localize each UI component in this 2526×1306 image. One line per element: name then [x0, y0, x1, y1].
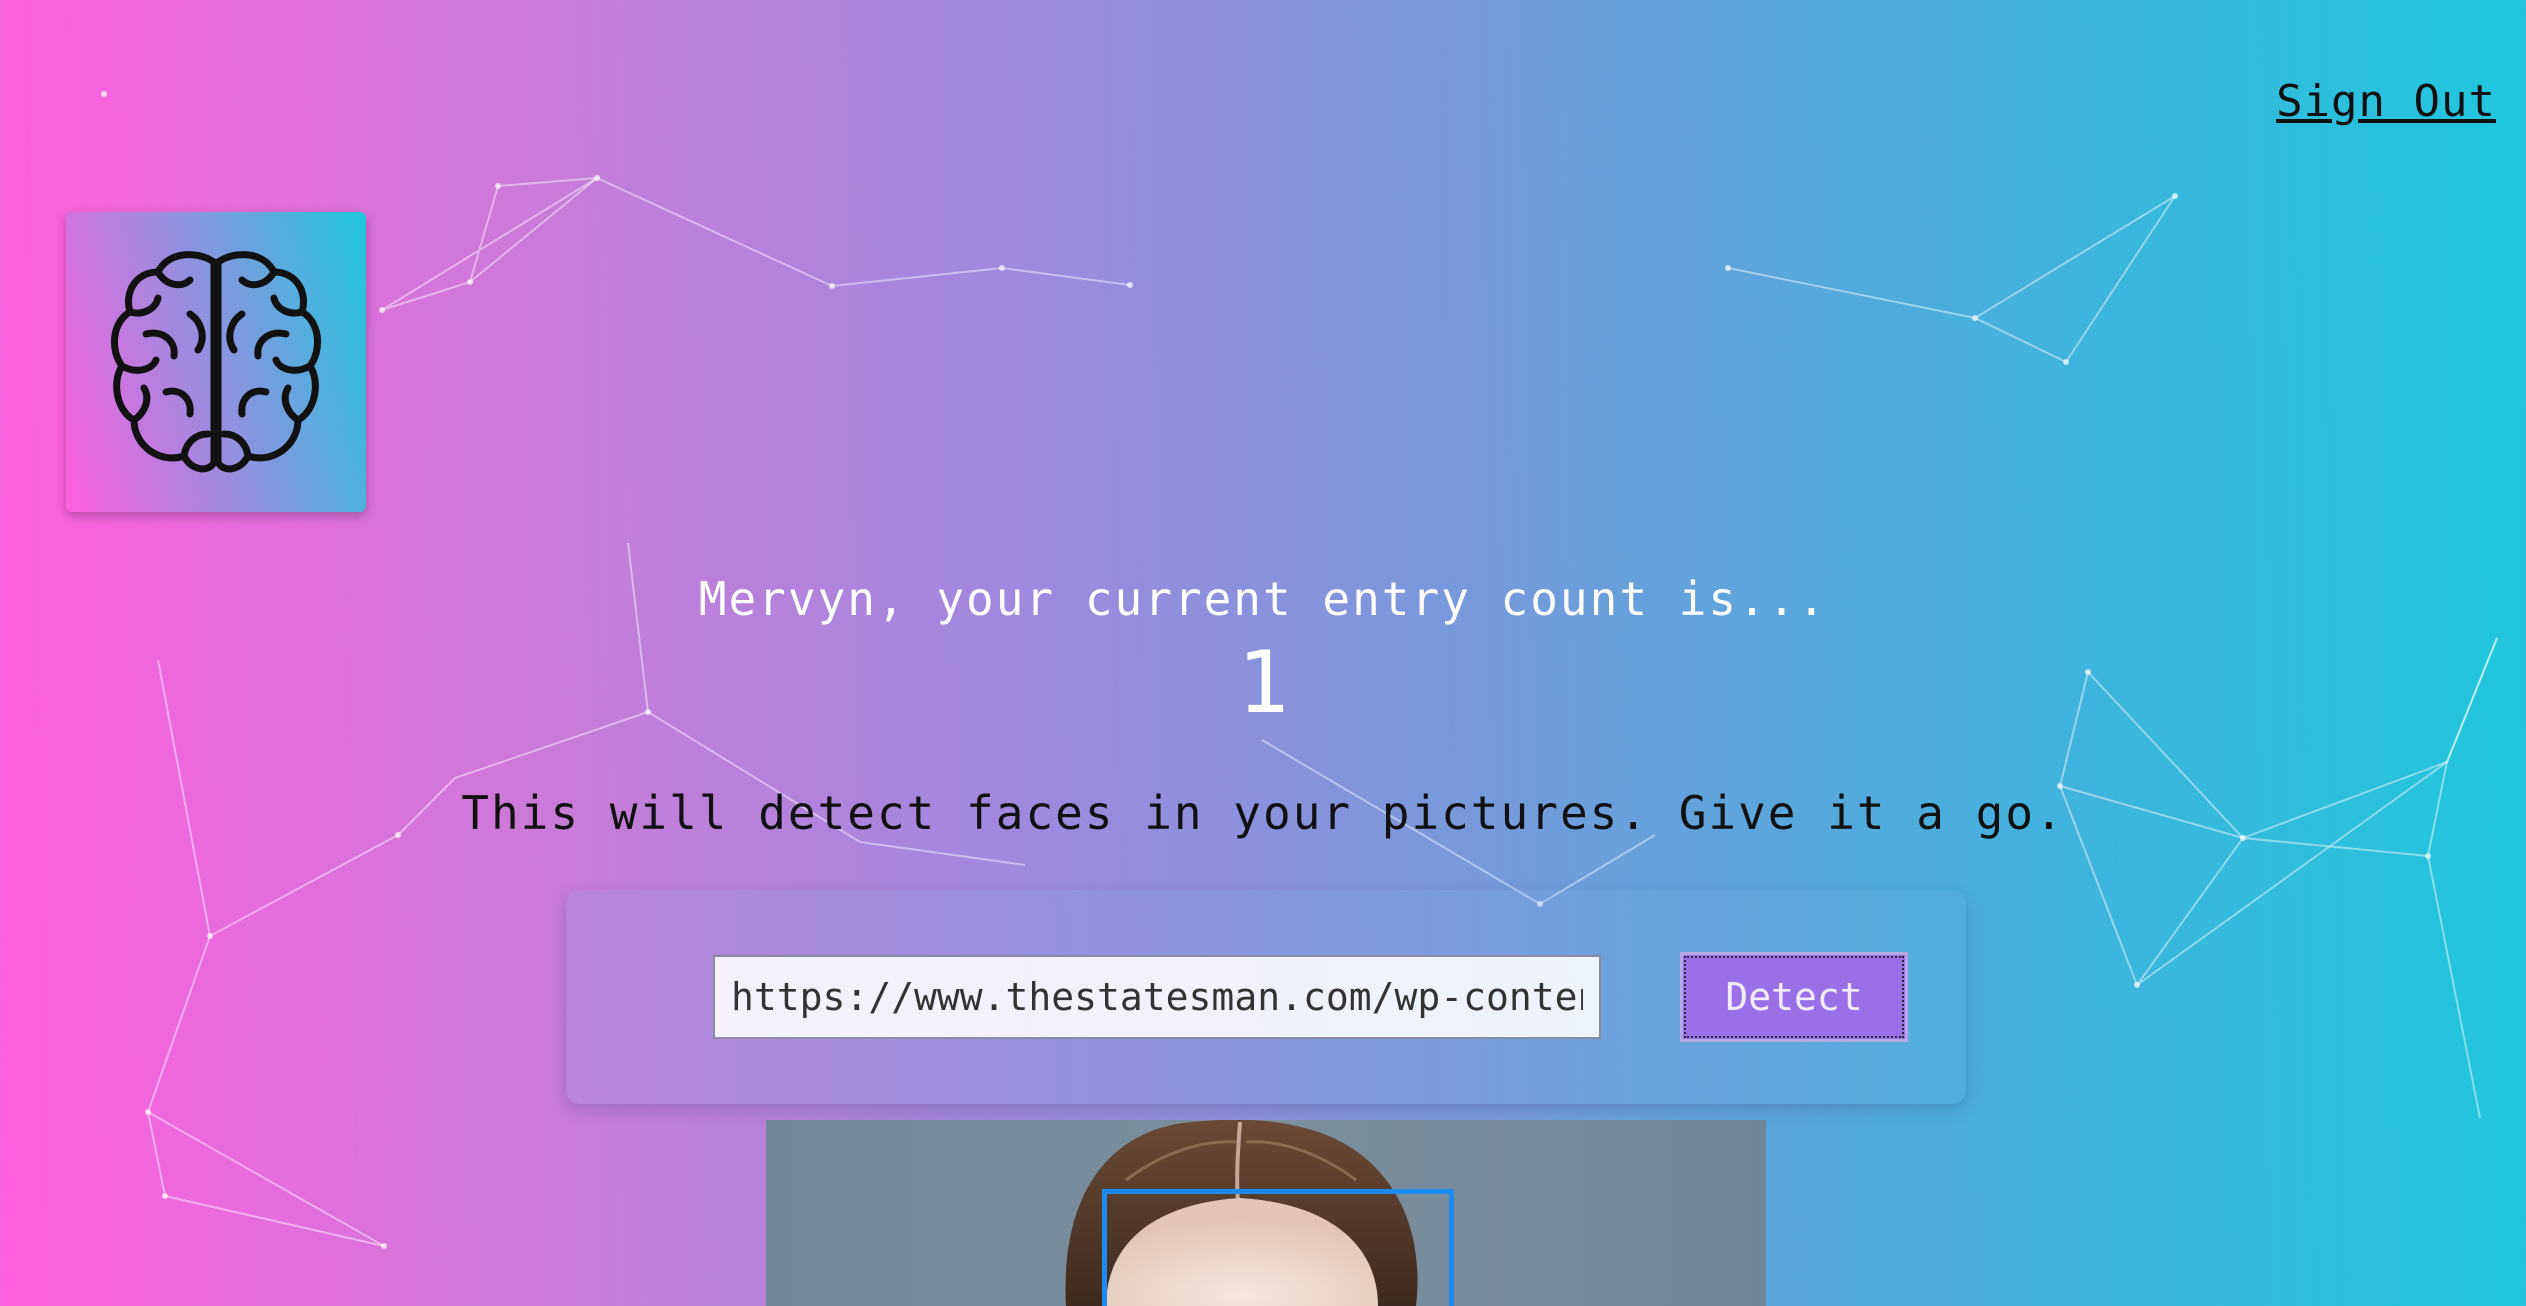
entry-count-greeting: Mervyn, your current entry count is... [698, 572, 1828, 626]
detect-button[interactable]: Detect [1680, 952, 1908, 1042]
image-url-input[interactable] [713, 955, 1601, 1039]
sign-out-link[interactable]: Sign Out [2276, 76, 2496, 127]
entry-count-value: 1 [1237, 633, 1289, 733]
app-description: This will detect faces in your pictures.… [461, 786, 2065, 840]
brain-icon [110, 251, 322, 473]
app-logo [66, 212, 366, 512]
face-bounding-box [1102, 1189, 1454, 1306]
